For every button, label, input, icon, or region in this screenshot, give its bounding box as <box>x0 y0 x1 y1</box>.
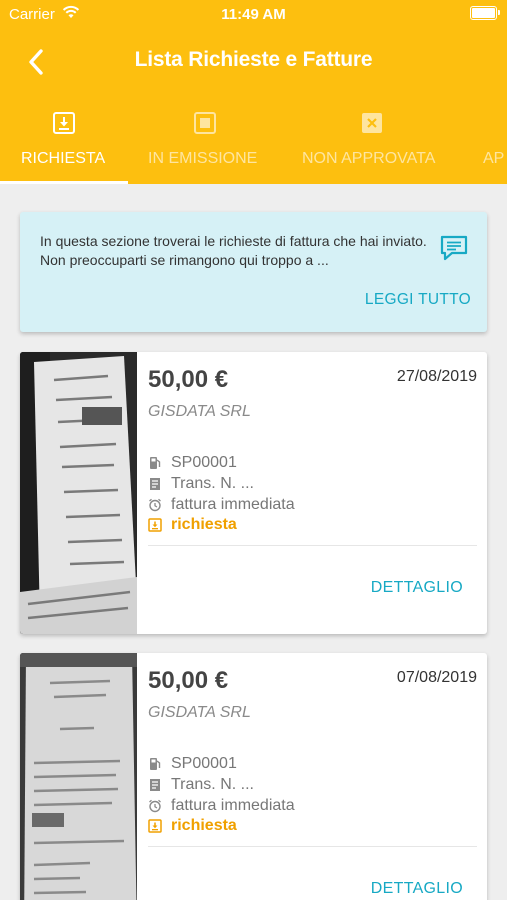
station-row: SP00001 <box>148 754 237 774</box>
status-row: richiesta <box>148 515 237 535</box>
read-all-link[interactable]: LEGGI TUTTO <box>365 291 471 309</box>
square-box-icon <box>194 112 216 134</box>
receipt-icon <box>148 778 162 792</box>
transaction-number: Trans. N. ... <box>171 776 254 793</box>
receipt-photo <box>20 352 137 634</box>
fuel-pump-icon <box>148 757 162 771</box>
receipt-icon <box>148 477 162 491</box>
status-row: richiesta <box>148 816 237 836</box>
battery-icon <box>470 6 500 20</box>
status-badge: richiesta <box>171 817 237 834</box>
tab-in-emissione[interactable]: IN EMISSIONE <box>128 100 282 184</box>
company-name: GISDATA SRL <box>148 403 251 420</box>
receipt-photo <box>20 653 137 900</box>
divider <box>148 545 477 546</box>
active-tab-indicator <box>0 181 128 184</box>
tab-label: RICHIESTA <box>21 150 106 167</box>
app-header: Carrier 11:49 AM Lista Richieste e Fattu… <box>0 0 507 184</box>
amount: 50,00 € <box>148 667 229 694</box>
transaction-row: Trans. N. ... <box>148 775 254 795</box>
status-bar: Carrier 11:49 AM <box>0 0 507 28</box>
download-box-icon <box>148 819 162 833</box>
fuel-pump-icon <box>148 456 162 470</box>
tab-richiesta[interactable]: RICHIESTA <box>0 100 128 184</box>
invoice-type: fattura immediata <box>171 496 295 513</box>
detail-button[interactable]: DETTAGLIO <box>371 579 463 597</box>
request-date: 07/08/2019 <box>396 669 477 686</box>
divider <box>148 846 477 847</box>
invoice-type: fattura immediata <box>171 797 295 814</box>
status-badge: richiesta <box>171 516 237 533</box>
alarm-clock-icon <box>148 498 162 512</box>
request-date: 27/08/2019 <box>396 368 477 385</box>
transaction-number: Trans. N. ... <box>171 475 254 492</box>
transaction-row: Trans. N. ... <box>148 474 254 494</box>
tab-label: IN EMISSIONE <box>148 150 258 167</box>
request-card[interactable]: 50,00 € 27/08/2019 GISDATA SRL SP00001 T… <box>20 352 487 634</box>
amount: 50,00 € <box>148 366 229 393</box>
info-text: In questa sezione troverai le richieste … <box>40 233 427 268</box>
download-box-icon <box>53 112 75 134</box>
tab-label: NON APPROVATA <box>302 150 436 167</box>
chat-message-icon[interactable] <box>439 234 469 262</box>
station-code: SP00001 <box>171 755 237 772</box>
invoice-type-row: fattura immediata <box>148 495 295 515</box>
station-row: SP00001 <box>148 453 237 473</box>
request-card[interactable]: 50,00 € 07/08/2019 GISDATA SRL SP00001 T… <box>20 653 487 900</box>
alarm-clock-icon <box>148 799 162 813</box>
x-box-icon <box>362 113 382 133</box>
tab-bar: RICHIESTA IN EMISSIONE NON APPROVATA AP <box>0 100 507 184</box>
navigation-bar: Lista Richieste e Fatture <box>0 40 507 82</box>
detail-button[interactable]: DETTAGLIO <box>371 880 463 898</box>
tab-label: AP <box>483 150 505 167</box>
company-name: GISDATA SRL <box>148 704 251 721</box>
info-banner: In questa sezione troverai le richieste … <box>20 212 487 332</box>
download-box-icon <box>148 518 162 532</box>
tab-approvata[interactable]: AP <box>464 100 507 184</box>
tab-non-approvata[interactable]: NON APPROVATA <box>282 100 464 184</box>
invoice-type-row: fattura immediata <box>148 796 295 816</box>
clock: 11:49 AM <box>221 6 286 23</box>
station-code: SP00001 <box>171 454 237 471</box>
page-title: Lista Richieste e Fatture <box>134 48 373 71</box>
